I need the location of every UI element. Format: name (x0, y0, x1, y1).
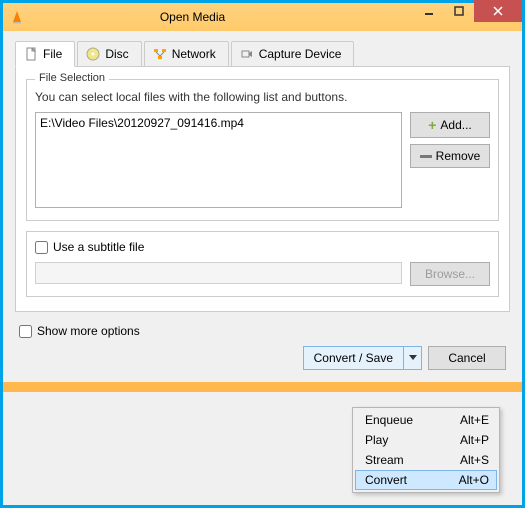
file-selection-hint: You can select local files with the foll… (35, 90, 490, 104)
menu-item-stream[interactable]: Stream Alt+S (355, 450, 497, 470)
disc-icon (86, 47, 100, 61)
menu-item-shortcut: Alt+P (460, 433, 489, 447)
convert-dropdown-button[interactable] (404, 346, 422, 370)
show-more-label: Show more options (37, 324, 140, 338)
plus-icon: + (428, 117, 436, 133)
convert-save-label: Convert / Save (314, 351, 393, 365)
remove-button[interactable]: Remove (410, 144, 490, 168)
remove-button-label: Remove (436, 149, 481, 163)
tab-network[interactable]: Network (144, 41, 229, 66)
tabs: File Disc Network Capture Device (15, 41, 510, 67)
capture-icon (240, 47, 254, 61)
show-more-checkbox[interactable] (19, 325, 32, 338)
network-icon (153, 47, 167, 61)
tab-capture-label: Capture Device (259, 47, 342, 61)
file-list[interactable]: E:\Video Files\20120927_091416.mp4 (35, 112, 402, 208)
tab-network-label: Network (172, 47, 216, 61)
minus-icon (420, 155, 432, 158)
titlebar: Open Media (3, 3, 522, 31)
subtitle-path-input (35, 262, 402, 284)
window-title: Open Media (0, 10, 414, 24)
file-selection-fieldset: File Selection You can select local file… (26, 79, 499, 221)
add-button-label: Add... (440, 118, 471, 132)
file-panel: File Selection You can select local file… (15, 67, 510, 312)
chevron-down-icon (409, 355, 417, 361)
tab-file[interactable]: File (15, 41, 75, 67)
add-button[interactable]: + Add... (410, 112, 490, 138)
action-row: Convert / Save Cancel (15, 346, 510, 374)
menu-item-convert[interactable]: Convert Alt+O (355, 470, 497, 490)
maximize-button[interactable] (444, 0, 474, 22)
menu-item-enqueue[interactable]: Enqueue Alt+E (355, 410, 497, 430)
subtitle-checkbox[interactable] (35, 241, 48, 254)
menu-item-shortcut: Alt+S (460, 453, 489, 467)
menu-item-shortcut: Alt+E (460, 413, 489, 427)
menu-item-play[interactable]: Play Alt+P (355, 430, 497, 450)
subtitle-checkbox-label: Use a subtitle file (53, 240, 144, 254)
minimize-button[interactable] (414, 0, 444, 22)
tab-disc-label: Disc (105, 47, 128, 61)
convert-dropdown-menu: Enqueue Alt+E Play Alt+P Stream Alt+S Co… (352, 407, 500, 493)
convert-save-button[interactable]: Convert / Save (303, 346, 404, 370)
subtitle-fieldset: Use a subtitle file Browse... (26, 231, 499, 297)
menu-item-label: Play (365, 433, 388, 447)
file-selection-legend: File Selection (35, 72, 109, 84)
browse-button-label: Browse... (425, 267, 475, 281)
window-controls (414, 3, 522, 31)
file-icon (24, 47, 38, 61)
menu-item-shortcut: Alt+O (459, 473, 489, 487)
open-media-window: Open Media File Disc Network Capture Dev (0, 0, 525, 508)
cancel-button-label: Cancel (448, 351, 485, 365)
tab-file-label: File (43, 47, 62, 61)
menu-item-label: Enqueue (365, 413, 413, 427)
close-button[interactable] (474, 0, 522, 22)
cancel-button[interactable]: Cancel (428, 346, 506, 370)
browse-button: Browse... (410, 262, 490, 286)
file-list-item[interactable]: E:\Video Files\20120927_091416.mp4 (40, 116, 397, 130)
menu-item-label: Convert (365, 473, 407, 487)
divider-bar (3, 382, 522, 392)
tab-capture[interactable]: Capture Device (231, 41, 355, 66)
tab-disc[interactable]: Disc (77, 41, 141, 66)
content-area: File Disc Network Capture Device File Se… (3, 31, 522, 382)
menu-item-label: Stream (365, 453, 404, 467)
